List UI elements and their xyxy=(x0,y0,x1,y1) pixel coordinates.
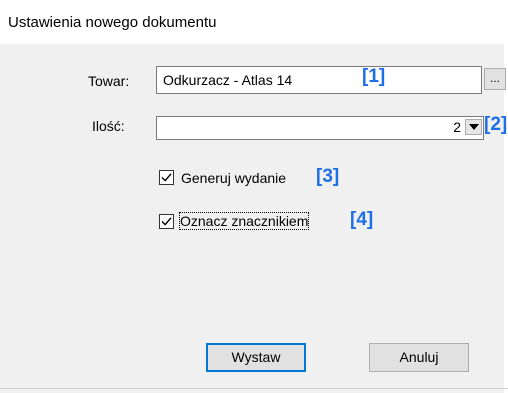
towar-field[interactable]: Odkurzacz - Atlas 14 xyxy=(156,66,482,94)
browse-label: ... xyxy=(489,71,500,85)
oznacz-checkbox[interactable] xyxy=(159,214,174,229)
marker-1: [1] xyxy=(362,66,386,87)
towar-value: Odkurzacz - Atlas 14 xyxy=(163,72,293,88)
wystaw-button[interactable]: Wystaw xyxy=(206,343,306,372)
ilosc-dropdown-button[interactable] xyxy=(465,119,482,135)
window-title: Ustawienia nowego dokumentu xyxy=(8,14,217,31)
ilosc-value: 2 xyxy=(453,119,461,135)
chevron-down-icon xyxy=(469,124,479,130)
ilosc-label: Ilość: xyxy=(92,118,125,134)
wystaw-label: Wystaw xyxy=(231,349,281,365)
title-bar: Ustawienia nowego dokumentu xyxy=(0,0,508,44)
generuj-checkbox[interactable] xyxy=(159,170,174,185)
anuluj-button[interactable]: Anuluj xyxy=(369,343,469,372)
check-icon xyxy=(161,173,172,182)
marker-3: [3] xyxy=(316,166,340,187)
marker-4: [4] xyxy=(350,209,374,230)
generuj-label[interactable]: Generuj wydanie xyxy=(181,170,286,186)
ilosc-select[interactable]: 2 xyxy=(156,116,484,140)
window-edge xyxy=(504,0,508,393)
anuluj-label: Anuluj xyxy=(399,349,439,365)
oznacz-label[interactable]: Oznacz znacznikiem xyxy=(178,212,310,230)
divider xyxy=(0,388,508,389)
browse-button[interactable]: ... xyxy=(484,68,506,90)
marker-2: [2] xyxy=(484,114,508,135)
towar-label: Towar: xyxy=(88,73,130,89)
check-icon xyxy=(161,217,172,226)
